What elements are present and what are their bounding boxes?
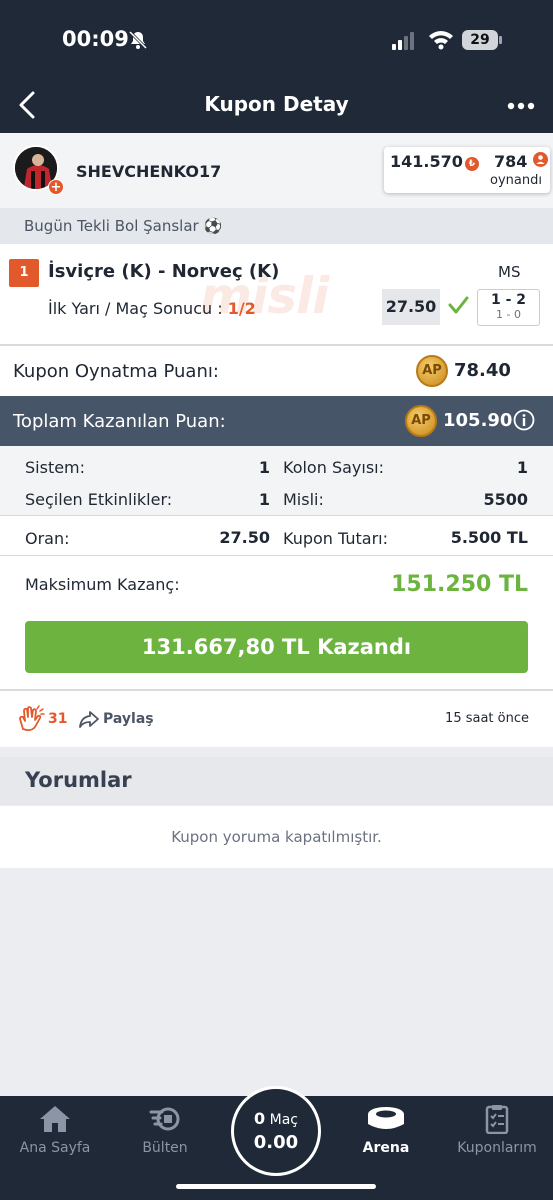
play-points-label: Kupon Oynatma Puanı:: [13, 361, 219, 382]
max-win-value: 151.250 TL: [391, 572, 528, 597]
comments-header: Yorumlar: [0, 757, 553, 805]
check-icon: [448, 296, 469, 314]
home-indicator: [176, 1184, 376, 1189]
share-icon[interactable]: [78, 708, 100, 730]
coupon-section-label: Bugün Tekli Bol Şanslar: [24, 217, 199, 235]
user-points: 141.570 ₺: [390, 152, 479, 171]
total-points-value: 105.90: [443, 410, 513, 431]
match-odd: 27.50: [382, 289, 440, 325]
coupon-amount: 0.00: [253, 1132, 299, 1153]
page-title: Kupon Detay: [204, 92, 349, 116]
coupon-match-count: 0 Maç: [234, 1109, 318, 1128]
time-ago: 15 saat önce: [445, 711, 529, 726]
arena-icon: [368, 1107, 404, 1129]
comments-body: Kupon yoruma kapatılmıştır.: [0, 806, 553, 868]
signal-icon: [392, 31, 416, 50]
tab-arena[interactable]: Arena: [336, 1104, 436, 1156]
match-number: 1: [9, 259, 39, 287]
tab-arena-label: Arena: [362, 1140, 410, 1156]
score-fulltime: 1 - 2: [490, 292, 527, 308]
played-count-value: 784: [494, 152, 528, 171]
battery-icon: 29: [462, 30, 498, 50]
odds-value: 27.50: [219, 528, 270, 547]
columns-label: Kolon Sayısı:: [283, 458, 384, 477]
misli-value: 5500: [483, 490, 528, 509]
coupon-details: Sistem: 1 Kolon Sayısı: 1 Seçilen Etkinl…: [0, 446, 553, 516]
more-icon[interactable]: [507, 96, 535, 116]
username[interactable]: SHEVCHENKO17: [76, 162, 221, 181]
coin-icon: ₺: [464, 157, 479, 171]
score-box: 1 - 2 1 - 0: [477, 289, 540, 326]
amount-value: 5.500 TL: [450, 528, 528, 547]
tab-coupons-label: Kuponlarım: [457, 1140, 537, 1156]
play-points-row: Kupon Oynatma Puanı: AP 78.40: [0, 346, 553, 396]
system-label: Sistem:: [25, 458, 86, 477]
events-label: Seçilen Etkinlikler:: [25, 490, 173, 509]
total-points-label: Toplam Kazanılan Puan:: [13, 411, 226, 432]
user-points-value: 141.570: [390, 152, 463, 171]
odds-label: Oran:: [25, 529, 70, 548]
pick-label: İlk Yarı / Maç Sonucu :: [48, 299, 223, 318]
played-label: oynandı: [490, 173, 542, 188]
ap-coin-icon: AP: [416, 355, 448, 387]
total-points-row: Toplam Kazanılan Puan: AP 105.90: [0, 396, 553, 446]
comments-closed-text: Kupon yoruma kapatılmıştır.: [171, 828, 382, 846]
coupon-section-title: Bugün Tekli Bol Şanslar ⚽: [24, 217, 222, 235]
won-amount-button[interactable]: 131.667,80 TL Kazandı: [25, 621, 528, 673]
odds-amount-row: Oran: 27.50 Kupon Tutarı: 5.500 TL: [0, 516, 553, 556]
bottom-tab-bar: Ana Sayfa Bülten 0 Maç 0.00 Arena Kuponl…: [0, 1086, 553, 1200]
columns-value: 1: [516, 458, 528, 477]
wifi-icon: [429, 31, 453, 50]
soccer-ball-icon: ⚽: [203, 217, 223, 235]
status-time: 00:09: [62, 27, 129, 51]
tab-home[interactable]: Ana Sayfa: [5, 1104, 105, 1156]
pick-value: 1/2: [227, 299, 256, 318]
played-count: 784: [494, 152, 548, 171]
user-stats: 141.570 ₺ 784 oynandı: [384, 147, 550, 193]
play-points-value: 78.40: [454, 360, 511, 381]
coupon-match-label: Maç: [269, 1112, 298, 1128]
score-halftime: 1 - 0: [496, 308, 521, 321]
market-type: MS: [498, 263, 521, 281]
pick-row: İlk Yarı / Maç Sonucu : 1/2: [48, 299, 256, 318]
misli-label: Misli:: [283, 490, 324, 509]
home-icon: [40, 1106, 70, 1132]
match-teams: İsviçre (K) - Norveç (K): [48, 261, 280, 282]
info-icon[interactable]: [513, 409, 535, 431]
clap-count: 31: [48, 711, 68, 727]
tab-coupons[interactable]: Kuponlarım: [447, 1104, 547, 1156]
max-win-label: Maksimum Kazanç:: [25, 575, 180, 594]
tab-bulletin[interactable]: Bülten: [115, 1104, 215, 1156]
tab-home-label: Ana Sayfa: [19, 1140, 91, 1156]
bulletin-icon: [149, 1107, 180, 1131]
social-row: 31 Paylaş 15 saat önce: [0, 691, 553, 747]
user-icon: [532, 152, 548, 167]
match-card[interactable]: misli 1 İsviçre (K) - Norveç (K) MS İlk …: [0, 244, 553, 344]
clap-icon[interactable]: [17, 705, 45, 733]
tab-bulletin-label: Bülten: [142, 1140, 188, 1156]
comments-title: Yorumlar: [25, 768, 132, 792]
coupon-section-bar: Bugün Tekli Bol Şanslar ⚽: [0, 208, 553, 244]
coupon-center-button[interactable]: 0 Maç 0.00: [231, 1086, 321, 1176]
events-value: 1: [258, 490, 270, 509]
add-friend-icon[interactable]: +: [48, 179, 64, 195]
amount-label: Kupon Tutarı:: [283, 529, 388, 548]
battery-tip: [499, 36, 502, 44]
clipboard-icon: [485, 1105, 509, 1134]
system-value: 1: [258, 458, 270, 477]
share-button[interactable]: Paylaş: [103, 711, 154, 727]
coupon-match-count-value: 0: [254, 1109, 266, 1128]
user-row: + SHEVCHENKO17 141.570 ₺ 784 oynandı: [0, 133, 553, 208]
ap-coin-icon: AP: [405, 405, 437, 437]
top-bar: 00:09 29 Kupon Detay: [0, 0, 553, 133]
bell-muted-icon: [128, 30, 148, 50]
max-win-block: Maksimum Kazanç: 151.250 TL 131.667,80 T…: [0, 556, 553, 689]
